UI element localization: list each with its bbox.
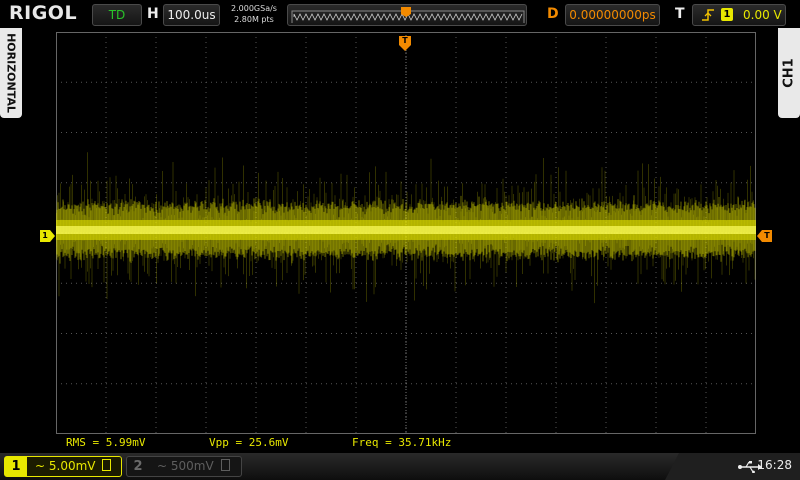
- vpp-measurement: Vpp = 25.6mV: [209, 436, 289, 449]
- channel1-waveform: [56, 152, 756, 304]
- rigol-logo: RIGOL: [9, 2, 78, 24]
- frequency-measurement: Freq = 35.71kHz: [352, 436, 452, 449]
- delay-value[interactable]: 0.00000000ps: [565, 4, 660, 26]
- channel1-scale: ~ 5.00mV: [35, 459, 112, 473]
- ch1-tab-label: CH1: [781, 58, 797, 88]
- memory-waveform-overview[interactable]: [287, 4, 527, 26]
- channel2-scale: ~ 500mV: [157, 459, 230, 473]
- channel1-number: 1: [5, 457, 27, 476]
- trigger-level-value: 0.00 V: [743, 8, 782, 22]
- trigger-position-marker[interactable]: T: [399, 36, 411, 51]
- bandwidth-icon: [102, 459, 112, 471]
- trigger-source-badge: 1: [721, 8, 733, 21]
- trigger-level-marker[interactable]: T: [757, 230, 772, 242]
- rising-edge-icon: [702, 9, 714, 21]
- waveform-display[interactable]: [56, 32, 756, 434]
- timebase-value[interactable]: 100.0us: [163, 4, 220, 26]
- delay-label: D: [547, 6, 559, 22]
- system-status-area: 16:28: [665, 453, 800, 480]
- top-status-bar: RIGOL TD H 100.0us 2.000GSa/s 2.80M pts …: [0, 0, 800, 30]
- trigger-settings[interactable]: 1 0.00 V: [692, 4, 786, 26]
- horizontal-label: H: [147, 6, 159, 22]
- sample-rate: 2.000GSa/s: [231, 4, 277, 13]
- channel2-number: 2: [133, 459, 143, 474]
- memory-overview-icon: [291, 7, 525, 23]
- channel2-button[interactable]: 2 ~ 500mV: [126, 456, 242, 477]
- rms-measurement: RMS = 5.99mV: [66, 436, 146, 449]
- ac-coupling-icon: ~: [157, 459, 171, 473]
- channel1-button[interactable]: 1 ~ 5.00mV: [4, 456, 122, 477]
- channel1-menu-tab[interactable]: CH1: [778, 28, 800, 118]
- bottom-status-bar: 1 ~ 5.00mV 2 ~ 500mV 16:28: [0, 453, 800, 480]
- horizontal-tab-label: HORIZONTAL: [4, 33, 18, 113]
- clock: 16:28: [757, 458, 792, 472]
- horizontal-menu-tab[interactable]: HORIZONTAL: [0, 28, 22, 118]
- ac-coupling-icon: ~: [35, 459, 49, 473]
- memory-depth: 2.80M pts: [234, 15, 274, 24]
- channel1-offset-marker[interactable]: 1: [40, 230, 55, 242]
- acquisition-info: 2.000GSa/s 2.80M pts: [224, 3, 284, 25]
- bandwidth-icon: [220, 459, 230, 471]
- run-state-button[interactable]: TD: [92, 4, 142, 26]
- trigger-label: T: [675, 6, 685, 22]
